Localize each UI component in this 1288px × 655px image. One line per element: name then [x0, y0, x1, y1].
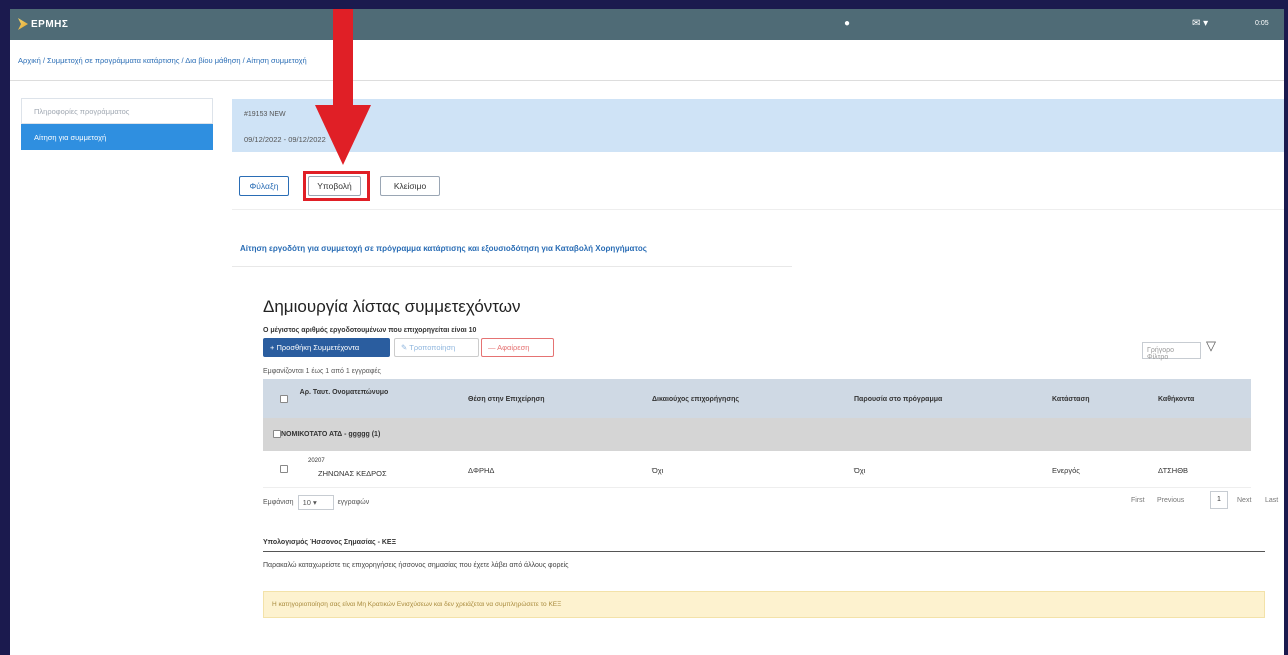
divider — [232, 209, 1284, 210]
first-page-link[interactable]: First — [1131, 497, 1145, 504]
column-header-attendance[interactable]: Παρουσία στο πρόγραμμα — [854, 396, 942, 403]
sidebar-item-application[interactable]: Αίτηση για συμμετοχή — [21, 124, 213, 150]
select-all-checkbox[interactable] — [280, 395, 288, 403]
close-button[interactable]: Κλείσιμο — [380, 176, 440, 196]
column-header-beneficiary[interactable]: Δικαιούχος επιχορήγησης — [652, 396, 739, 403]
pointer-arrow-icon — [315, 9, 371, 165]
edit-participant-button[interactable]: ✎ Τροποποίηση — [394, 338, 479, 357]
page-size-label: Εμφάνιση — [263, 499, 294, 506]
top-bar: ΕΡΜΗΣ ● ✉ ▾ 0:05 — [10, 9, 1284, 40]
app-window: ΕΡΜΗΣ ● ✉ ▾ 0:05 Αρχική / Συμμετοχή σε π… — [10, 9, 1284, 655]
kez-warning-text: Η κατηγοριοποίηση σας είναι Μη Κρατικών … — [272, 601, 562, 608]
mail-icon[interactable]: ✉ ▾ — [1192, 18, 1208, 29]
participant-status: Ενεργός — [1052, 466, 1080, 475]
divider — [10, 80, 1284, 81]
participant-id: 20207 — [308, 458, 325, 464]
divider — [232, 266, 792, 267]
kez-section-title: Υπολογισμός Ήσσονος Σημασίας - ΚΕΞ — [263, 539, 397, 546]
table-header: Αρ. Ταυτ. Ονοματεπώνυμο Θέση στην Επιχεί… — [263, 379, 1251, 418]
participant-attendance: Όχι — [854, 466, 866, 475]
column-header-name[interactable]: Αρ. Ταυτ. Ονοματεπώνυμο — [299, 389, 389, 396]
participants-table: Αρ. Ταυτ. Ονοματεπώνυμο Θέση στην Επιχεί… — [263, 379, 1251, 488]
column-header-status[interactable]: Κατάσταση — [1052, 396, 1090, 403]
participants-title: Δημιουργία λίστας συμμετεχόντων — [263, 297, 521, 316]
user-icon[interactable]: ● — [844, 18, 850, 29]
max-participants-note: Ο μέγιστος αριθμός εργοδοτουμένων που επ… — [263, 327, 477, 334]
logo-icon — [18, 18, 28, 30]
application-form-link[interactable]: Αίτηση εργοδότη για συμμετοχή σε πρόγραμ… — [240, 244, 647, 253]
remove-participant-button[interactable]: — Αφαίρεση — [481, 338, 554, 357]
quick-filter-input[interactable]: Γρήγορο Φίλτρο — [1142, 342, 1201, 361]
participant-name: ΖΗΝΩΝΑΣ ΚΕΔΡΟΣ — [318, 469, 387, 478]
add-participant-button[interactable]: + Προσθήκη Συμμετέχοντα — [263, 338, 390, 357]
clock: 0:05 — [1255, 20, 1269, 27]
table-row[interactable]: 20207 ΖΗΝΩΝΑΣ ΚΕΔΡΟΣ ΔΦΡΗΔ Όχι Όχι Ενεργ… — [263, 451, 1251, 488]
app-name: ΕΡΜΗΣ — [31, 18, 69, 30]
edit-label: Τροποποίηση — [409, 343, 456, 352]
kez-warning-alert: Η κατηγοριοποίηση σας είναι Μη Κρατικών … — [263, 591, 1265, 618]
divider — [263, 551, 1265, 552]
page-size: Εμφάνιση 10 ▾ εγγραφών — [263, 495, 369, 510]
last-page-link[interactable]: Last — [1265, 497, 1278, 504]
column-header-position[interactable]: Θέση στην Επιχείρηση — [468, 396, 545, 403]
app-logo[interactable]: ΕΡΜΗΣ — [18, 18, 68, 30]
previous-page-link[interactable]: Previous — [1157, 497, 1184, 504]
sidebar-item-program-info[interactable]: Πληροφορίες προγράμματος — [21, 98, 213, 124]
kez-instruction: Παρακαλώ καταχωρείστε τις επιχορηγήσεις … — [263, 562, 569, 569]
save-button[interactable]: Φύλαξη — [239, 176, 289, 196]
application-id: #19153 NEW — [244, 111, 286, 118]
participant-beneficiary: Όχι — [652, 466, 664, 475]
records-info: Εμφανίζονται 1 έως 1 από 1 εγγραφές — [263, 368, 381, 375]
sidebar: Πληροφορίες προγράμματος Αίτηση για συμμ… — [21, 98, 213, 150]
next-page-link[interactable]: Next — [1237, 497, 1251, 504]
filter-icon[interactable]: ▽ — [1206, 338, 1216, 354]
current-page[interactable]: 1 — [1210, 491, 1228, 509]
group-checkbox[interactable] — [273, 430, 281, 438]
submit-highlight — [303, 171, 370, 201]
page-size-select[interactable]: 10 ▾ — [297, 495, 334, 510]
group-label: ΝΟΜΙΚΟΤΑΤΟ ΑΤΔ - ggggg (1) — [281, 431, 381, 438]
application-header: #19153 NEW 09/12/2022 - 09/12/2022 — [232, 99, 1284, 152]
row-checkbox[interactable] — [280, 465, 288, 473]
page-size-suffix: εγγραφών — [337, 499, 370, 506]
participant-duties: ΔΤΣΗΘΒ — [1158, 466, 1189, 475]
participant-position: ΔΦΡΗΔ — [468, 466, 495, 475]
breadcrumb[interactable]: Αρχική / Συμμετοχή σε προγράμματα κατάρτ… — [18, 56, 307, 65]
column-header-duties[interactable]: Καθήκοντα — [1158, 396, 1194, 403]
group-row[interactable]: ΝΟΜΙΚΟΤΑΤΟ ΑΤΔ - ggggg (1) — [263, 418, 1251, 451]
page-size-value: 10 — [302, 498, 311, 507]
